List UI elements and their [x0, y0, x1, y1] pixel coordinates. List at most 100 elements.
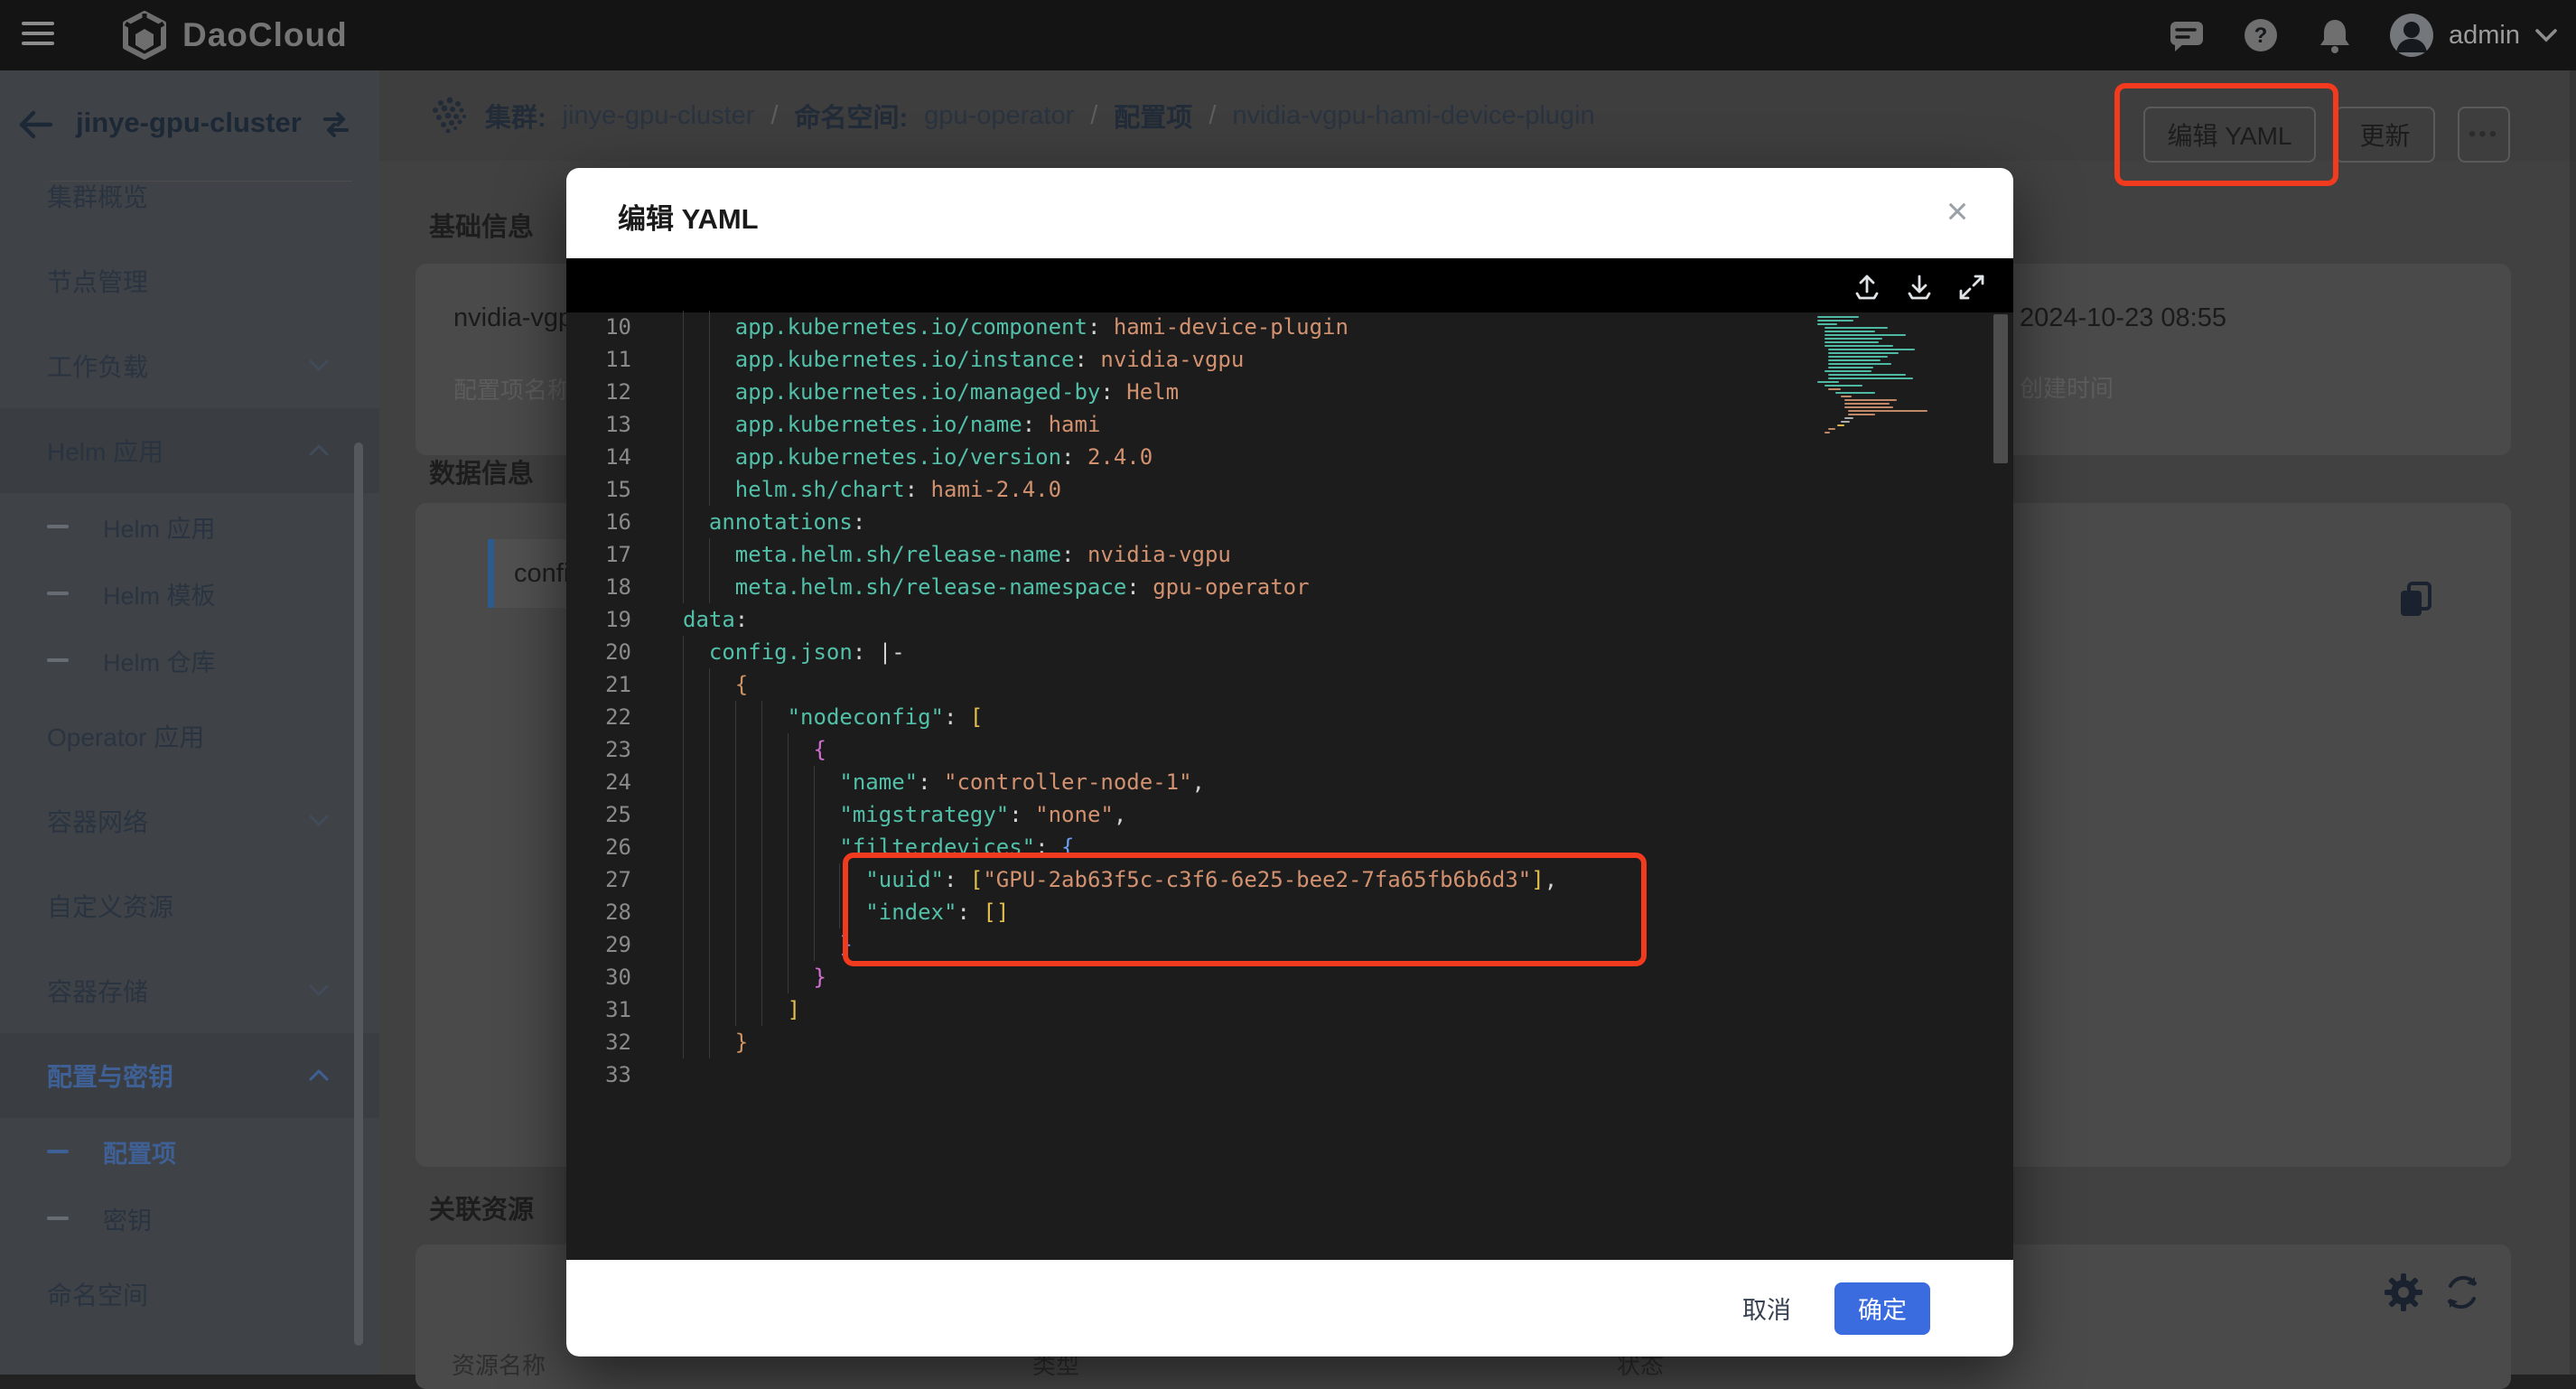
yaml-editor[interactable]: 10app.kubernetes.io/component: hami-devi…	[566, 258, 2013, 1260]
code-line-12[interactable]: 12app.kubernetes.io/managed-by: Helm	[566, 376, 1975, 408]
breadcrumb-segment[interactable]: gpu-operator	[924, 101, 1074, 131]
brand-name: DaoCloud	[182, 16, 348, 54]
chevron-down-icon	[309, 814, 329, 827]
line-number: 29	[581, 928, 631, 961]
line-number: 19	[581, 603, 631, 636]
breadcrumb-segment[interactable]: 配置项	[1114, 97, 1192, 135]
code-line-10[interactable]: 10app.kubernetes.io/component: hami-devi…	[566, 311, 1975, 343]
code-line-18[interactable]: 18meta.helm.sh/release-namespace: gpu-op…	[566, 571, 1975, 603]
code-line-15[interactable]: 15helm.sh/chart: hami-2.4.0	[566, 473, 1975, 506]
line-number: 16	[581, 506, 631, 538]
copy-icon[interactable]	[2395, 580, 2435, 620]
code-line-16[interactable]: 16annotations:	[566, 506, 1975, 538]
token-key: "uuid"	[865, 867, 944, 892]
code-line-29[interactable]: 29}	[566, 928, 1975, 961]
back-arrow-icon[interactable]	[16, 105, 56, 144]
sidebar-item-workloads[interactable]: 工作负载	[0, 323, 379, 408]
sidebar-scrollbar[interactable]	[354, 443, 363, 1346]
code-line-17[interactable]: 17meta.helm.sh/release-name: nvidia-vgpu	[566, 538, 1975, 571]
sidebar-item-configmaps[interactable]: 配置项	[0, 1118, 379, 1185]
update-button[interactable]: 更新	[2335, 107, 2435, 163]
brand: DaoCloud	[121, 11, 348, 60]
fullscreen-icon[interactable]	[1955, 271, 1988, 303]
code-line-22[interactable]: 22"nodeconfig": [	[566, 701, 1975, 733]
breadcrumb-segment[interactable]: jinye-gpu-cluster	[563, 101, 755, 131]
bell-icon[interactable]	[2315, 15, 2355, 55]
code-line-23[interactable]: 23{	[566, 733, 1975, 766]
more-actions-button[interactable]: •••	[2458, 107, 2510, 163]
code-line-32[interactable]: 32}	[566, 1026, 1975, 1058]
cancel-button[interactable]: 取消	[1742, 1291, 1791, 1326]
menu-hamburger-icon[interactable]	[22, 22, 54, 49]
sidebar-item-node-management[interactable]: 节点管理	[0, 238, 379, 323]
code-line-19[interactable]: 19data:	[566, 603, 1975, 636]
editor-scrollbar[interactable]	[1992, 311, 2010, 1260]
sub-item-dash	[47, 525, 69, 528]
sidebar-item-container-network[interactable]: 容器网络	[0, 778, 379, 863]
sidebar-item-helm-templates[interactable]: Helm 模板	[0, 560, 379, 627]
token-punc: :	[735, 607, 748, 632]
avatar	[2389, 13, 2434, 58]
sidebar-item-operator-apps[interactable]: Operator 应用	[0, 694, 379, 778]
code-line-11[interactable]: 11app.kubernetes.io/instance: nvidia-vgp…	[566, 343, 1975, 376]
sidebar-item-namespaces[interactable]: 命名空间	[0, 1252, 379, 1337]
line-number: 31	[581, 993, 631, 1026]
sidebar-item-config-secrets-group[interactable]: 配置与密钥	[0, 1033, 379, 1118]
refresh-icon[interactable]	[2441, 1272, 2483, 1313]
svg-text:?: ?	[2254, 23, 2268, 48]
breadcrumb-segment[interactable]: 命名空间:	[795, 97, 909, 135]
token-b1: {	[735, 672, 748, 697]
sidebar-item-cluster-overview[interactable]: 集群概览	[0, 181, 379, 238]
code-line-24[interactable]: 24"name": "controller-node-1",	[566, 766, 1975, 798]
chat-icon[interactable]	[2167, 15, 2207, 55]
sidebar-item-helm-apps[interactable]: Helm 应用	[0, 493, 379, 560]
code-line-26[interactable]: 26"filterdevices": {	[566, 831, 1975, 863]
line-number: 27	[581, 863, 631, 896]
line-number: 18	[581, 571, 631, 603]
modal-header: 编辑 YAML ×	[566, 168, 2013, 258]
sidebar-item-label: 配置与密钥	[47, 1058, 173, 1094]
code-line-30[interactable]: 30}	[566, 961, 1975, 993]
upload-icon[interactable]	[1851, 271, 1883, 303]
line-number: 12	[581, 376, 631, 408]
sidebar-item-label: 自定义资源	[47, 888, 173, 924]
chevron-down-icon	[2534, 28, 2558, 42]
code-line-27[interactable]: 27"uuid": ["GPU-2ab63f5c-c3f6-6e25-bee2-…	[566, 863, 1975, 896]
sidebar-item-secrets[interactable]: 密钥	[0, 1185, 379, 1252]
sidebar-item-container-storage[interactable]: 容器存储	[0, 948, 379, 1033]
edit-yaml-button[interactable]: 编辑 YAML	[2143, 107, 2316, 163]
download-icon[interactable]	[1903, 271, 1936, 303]
token-key: "name"	[839, 769, 918, 795]
token-str: hami	[1049, 412, 1101, 437]
code-line-25[interactable]: 25"migstrategy": "none",	[566, 798, 1975, 831]
sidebar-item-helm-apps-group[interactable]: Helm 应用	[0, 408, 379, 493]
breadcrumb-segment[interactable]: nvidia-vgpu-hami-device-plugin	[1232, 101, 1594, 131]
token-key: app.kubernetes.io/instance	[735, 347, 1075, 372]
token-str: "GPU-2ab63f5c-c3f6-6e25-bee2-7fa65fb6b6d…	[983, 867, 1531, 892]
token-key: app.kubernetes.io/managed-by	[735, 379, 1101, 405]
breadcrumb-segment[interactable]: 集群:	[485, 97, 546, 135]
gear-icon[interactable]	[2383, 1272, 2424, 1313]
sidebar-item-custom-resources[interactable]: 自定义资源	[0, 863, 379, 948]
confirm-button[interactable]: 确定	[1834, 1282, 1930, 1335]
switch-cluster-icon[interactable]	[318, 107, 354, 143]
code-line-13[interactable]: 13app.kubernetes.io/name: hami	[566, 408, 1975, 441]
code-line-31[interactable]: 31]	[566, 993, 1975, 1026]
code-line-20[interactable]: 20config.json: |-	[566, 636, 1975, 668]
help-icon[interactable]: ?	[2241, 15, 2281, 55]
token-key: "filterdevices"	[839, 834, 1035, 860]
code-line-33[interactable]: 33	[566, 1058, 1975, 1091]
token-key: "migstrategy"	[839, 802, 1009, 827]
page-scrollbar[interactable]	[2570, 70, 2576, 1375]
token-punc: :	[1087, 314, 1114, 340]
code-line-21[interactable]: 21{	[566, 668, 1975, 701]
close-icon[interactable]: ×	[1934, 188, 1981, 235]
code-line-14[interactable]: 14app.kubernetes.io/version: 2.4.0	[566, 441, 1975, 473]
modal-footer: 取消 确定	[566, 1260, 2013, 1356]
token-key: "nodeconfig"	[788, 704, 944, 730]
editor-minimap[interactable]	[1817, 316, 1989, 695]
code-line-28[interactable]: 28"index": []	[566, 896, 1975, 928]
line-number: 28	[581, 896, 631, 928]
user-menu[interactable]: admin	[2389, 13, 2558, 58]
sidebar-item-helm-repos[interactable]: Helm 仓库	[0, 627, 379, 694]
